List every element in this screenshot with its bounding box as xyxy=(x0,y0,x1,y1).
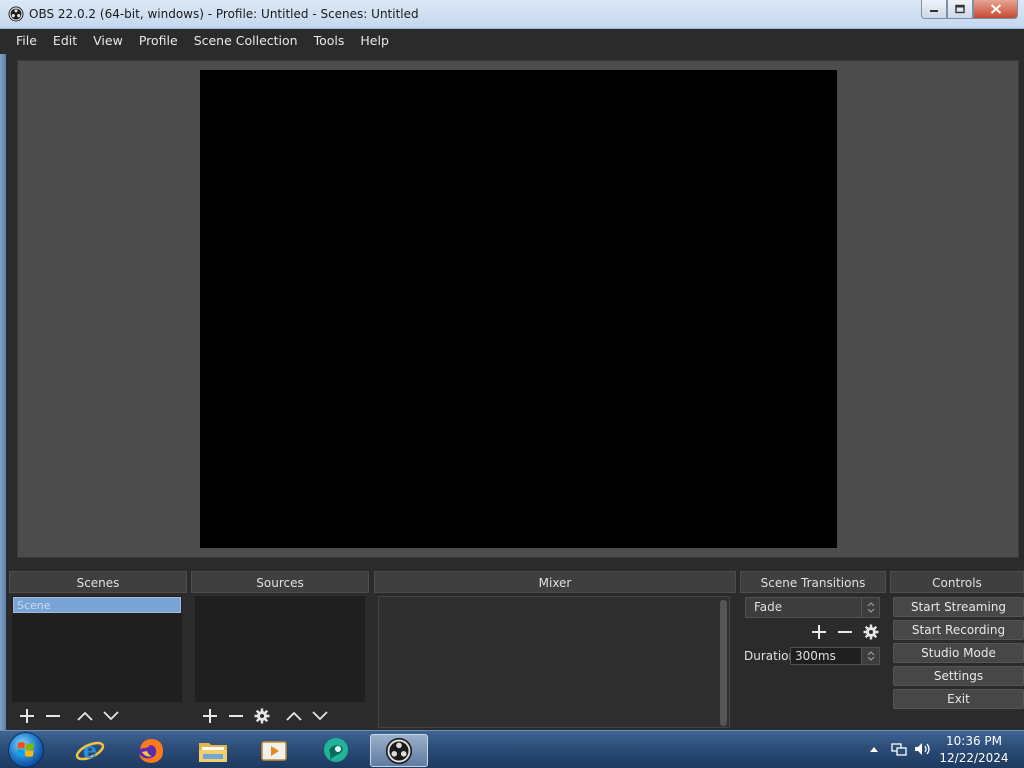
obs-icon xyxy=(385,737,413,764)
taskbar-file-explorer[interactable] xyxy=(185,734,241,767)
updown-arrows-icon xyxy=(867,651,875,661)
scenes-toolbar xyxy=(14,705,124,727)
sources-dock-title: Sources xyxy=(191,571,369,593)
transition-properties-button[interactable] xyxy=(858,621,884,643)
exit-button[interactable]: Exit xyxy=(893,689,1024,709)
menu-view[interactable]: View xyxy=(85,29,131,54)
mixer-dock-title: Mixer xyxy=(374,571,736,593)
minimize-button[interactable] xyxy=(921,0,947,19)
obs-app-icon xyxy=(8,6,24,22)
add-transition-button[interactable] xyxy=(806,621,832,643)
clock-time[interactable]: 10:36 PM xyxy=(938,734,1010,748)
chevron-down-icon xyxy=(103,711,119,721)
controls-dock-title: Controls xyxy=(890,571,1024,593)
menu-tools[interactable]: Tools xyxy=(306,29,353,54)
tray-volume-button[interactable] xyxy=(912,738,934,760)
source-properties-button[interactable] xyxy=(249,705,275,727)
settings-button[interactable]: Settings xyxy=(893,666,1024,686)
desktop-edge xyxy=(0,54,6,730)
media-player-icon xyxy=(261,740,287,761)
start-streaming-button[interactable]: Start Streaming xyxy=(893,597,1024,617)
move-source-up-button[interactable] xyxy=(281,705,307,727)
taskbar-chat-app[interactable] xyxy=(308,734,364,767)
remove-source-button[interactable] xyxy=(223,705,249,727)
menu-profile[interactable]: Profile xyxy=(131,29,186,54)
duration-value: 300ms xyxy=(795,649,836,663)
add-source-button[interactable] xyxy=(197,705,223,727)
scenes-list[interactable]: Scene xyxy=(12,596,182,702)
scenes-dock-title: Scenes xyxy=(9,571,187,593)
minus-icon xyxy=(46,715,60,717)
speaker-icon xyxy=(915,743,930,755)
close-icon xyxy=(990,4,1001,14)
mixer-scrollbar[interactable] xyxy=(720,600,727,726)
scene-list-item[interactable]: Scene xyxy=(13,597,181,613)
start-recording-button[interactable]: Start Recording xyxy=(893,620,1024,640)
taskbar-media-player[interactable] xyxy=(246,734,302,767)
taskbar-internet-explorer[interactable]: e xyxy=(62,734,118,767)
network-icon xyxy=(891,743,907,756)
menu-scene-collection[interactable]: Scene Collection xyxy=(186,29,306,54)
studio-mode-button[interactable]: Studio Mode xyxy=(893,643,1024,663)
maximize-icon xyxy=(955,4,965,14)
tray-expand-button[interactable] xyxy=(864,738,884,760)
chevron-up-icon xyxy=(77,711,93,721)
add-scene-button[interactable] xyxy=(14,705,40,727)
taskbar: e 10:36 PM 12/22/2024 xyxy=(0,730,1024,768)
move-scene-up-button[interactable] xyxy=(72,705,98,727)
windows-start-button[interactable] xyxy=(8,732,44,768)
menu-bar: File Edit View Profile Scene Collection … xyxy=(0,29,1024,54)
transition-select-arrows[interactable] xyxy=(861,598,879,617)
move-scene-down-button[interactable] xyxy=(98,705,124,727)
internet-explorer-icon: e xyxy=(75,738,105,764)
move-source-down-button[interactable] xyxy=(307,705,333,727)
firefox-icon xyxy=(139,738,163,763)
updown-arrows-icon xyxy=(867,602,875,613)
menu-file[interactable]: File xyxy=(8,29,45,54)
maximize-button[interactable] xyxy=(947,0,973,19)
chevron-down-icon xyxy=(312,711,328,721)
minus-icon xyxy=(838,631,852,633)
gear-icon xyxy=(254,708,270,724)
window-title: OBS 22.0.2 (64-bit, windows) - Profile: … xyxy=(29,7,419,21)
plus-icon xyxy=(812,625,826,639)
windows-start-icon xyxy=(17,742,34,757)
sources-list[interactable] xyxy=(195,596,365,702)
clock-date[interactable]: 12/22/2024 xyxy=(938,751,1010,765)
menu-edit[interactable]: Edit xyxy=(45,29,85,54)
mixer-panel xyxy=(378,596,730,728)
minimize-icon xyxy=(930,10,938,12)
duration-input[interactable]: 300ms xyxy=(790,647,880,665)
duration-spinner[interactable] xyxy=(861,648,879,664)
svg-text:e: e xyxy=(83,738,97,764)
tray-network-button[interactable] xyxy=(888,738,910,760)
remove-transition-button[interactable] xyxy=(832,621,858,643)
close-button[interactable] xyxy=(973,0,1018,19)
gear-icon xyxy=(863,624,879,640)
chat-app-icon xyxy=(324,737,348,762)
transition-select[interactable]: Fade xyxy=(745,597,880,618)
window-titlebar[interactable]: OBS 22.0.2 (64-bit, windows) - Profile: … xyxy=(0,0,1024,29)
duration-label: Duration xyxy=(744,649,797,663)
chevron-up-icon xyxy=(286,711,302,721)
file-explorer-icon xyxy=(199,742,227,762)
scene-transitions-dock-title: Scene Transitions xyxy=(740,571,886,593)
minus-icon xyxy=(229,715,243,717)
plus-icon xyxy=(203,709,217,723)
triangle-up-icon xyxy=(870,747,878,752)
menu-help[interactable]: Help xyxy=(352,29,397,54)
transition-select-value: Fade xyxy=(754,600,783,614)
transitions-toolbar xyxy=(806,621,884,643)
taskbar-obs[interactable] xyxy=(370,734,428,767)
preview-canvas[interactable] xyxy=(200,70,837,548)
sources-toolbar xyxy=(197,705,333,727)
taskbar-firefox[interactable] xyxy=(123,734,179,767)
plus-icon xyxy=(20,709,34,723)
remove-scene-button[interactable] xyxy=(40,705,66,727)
